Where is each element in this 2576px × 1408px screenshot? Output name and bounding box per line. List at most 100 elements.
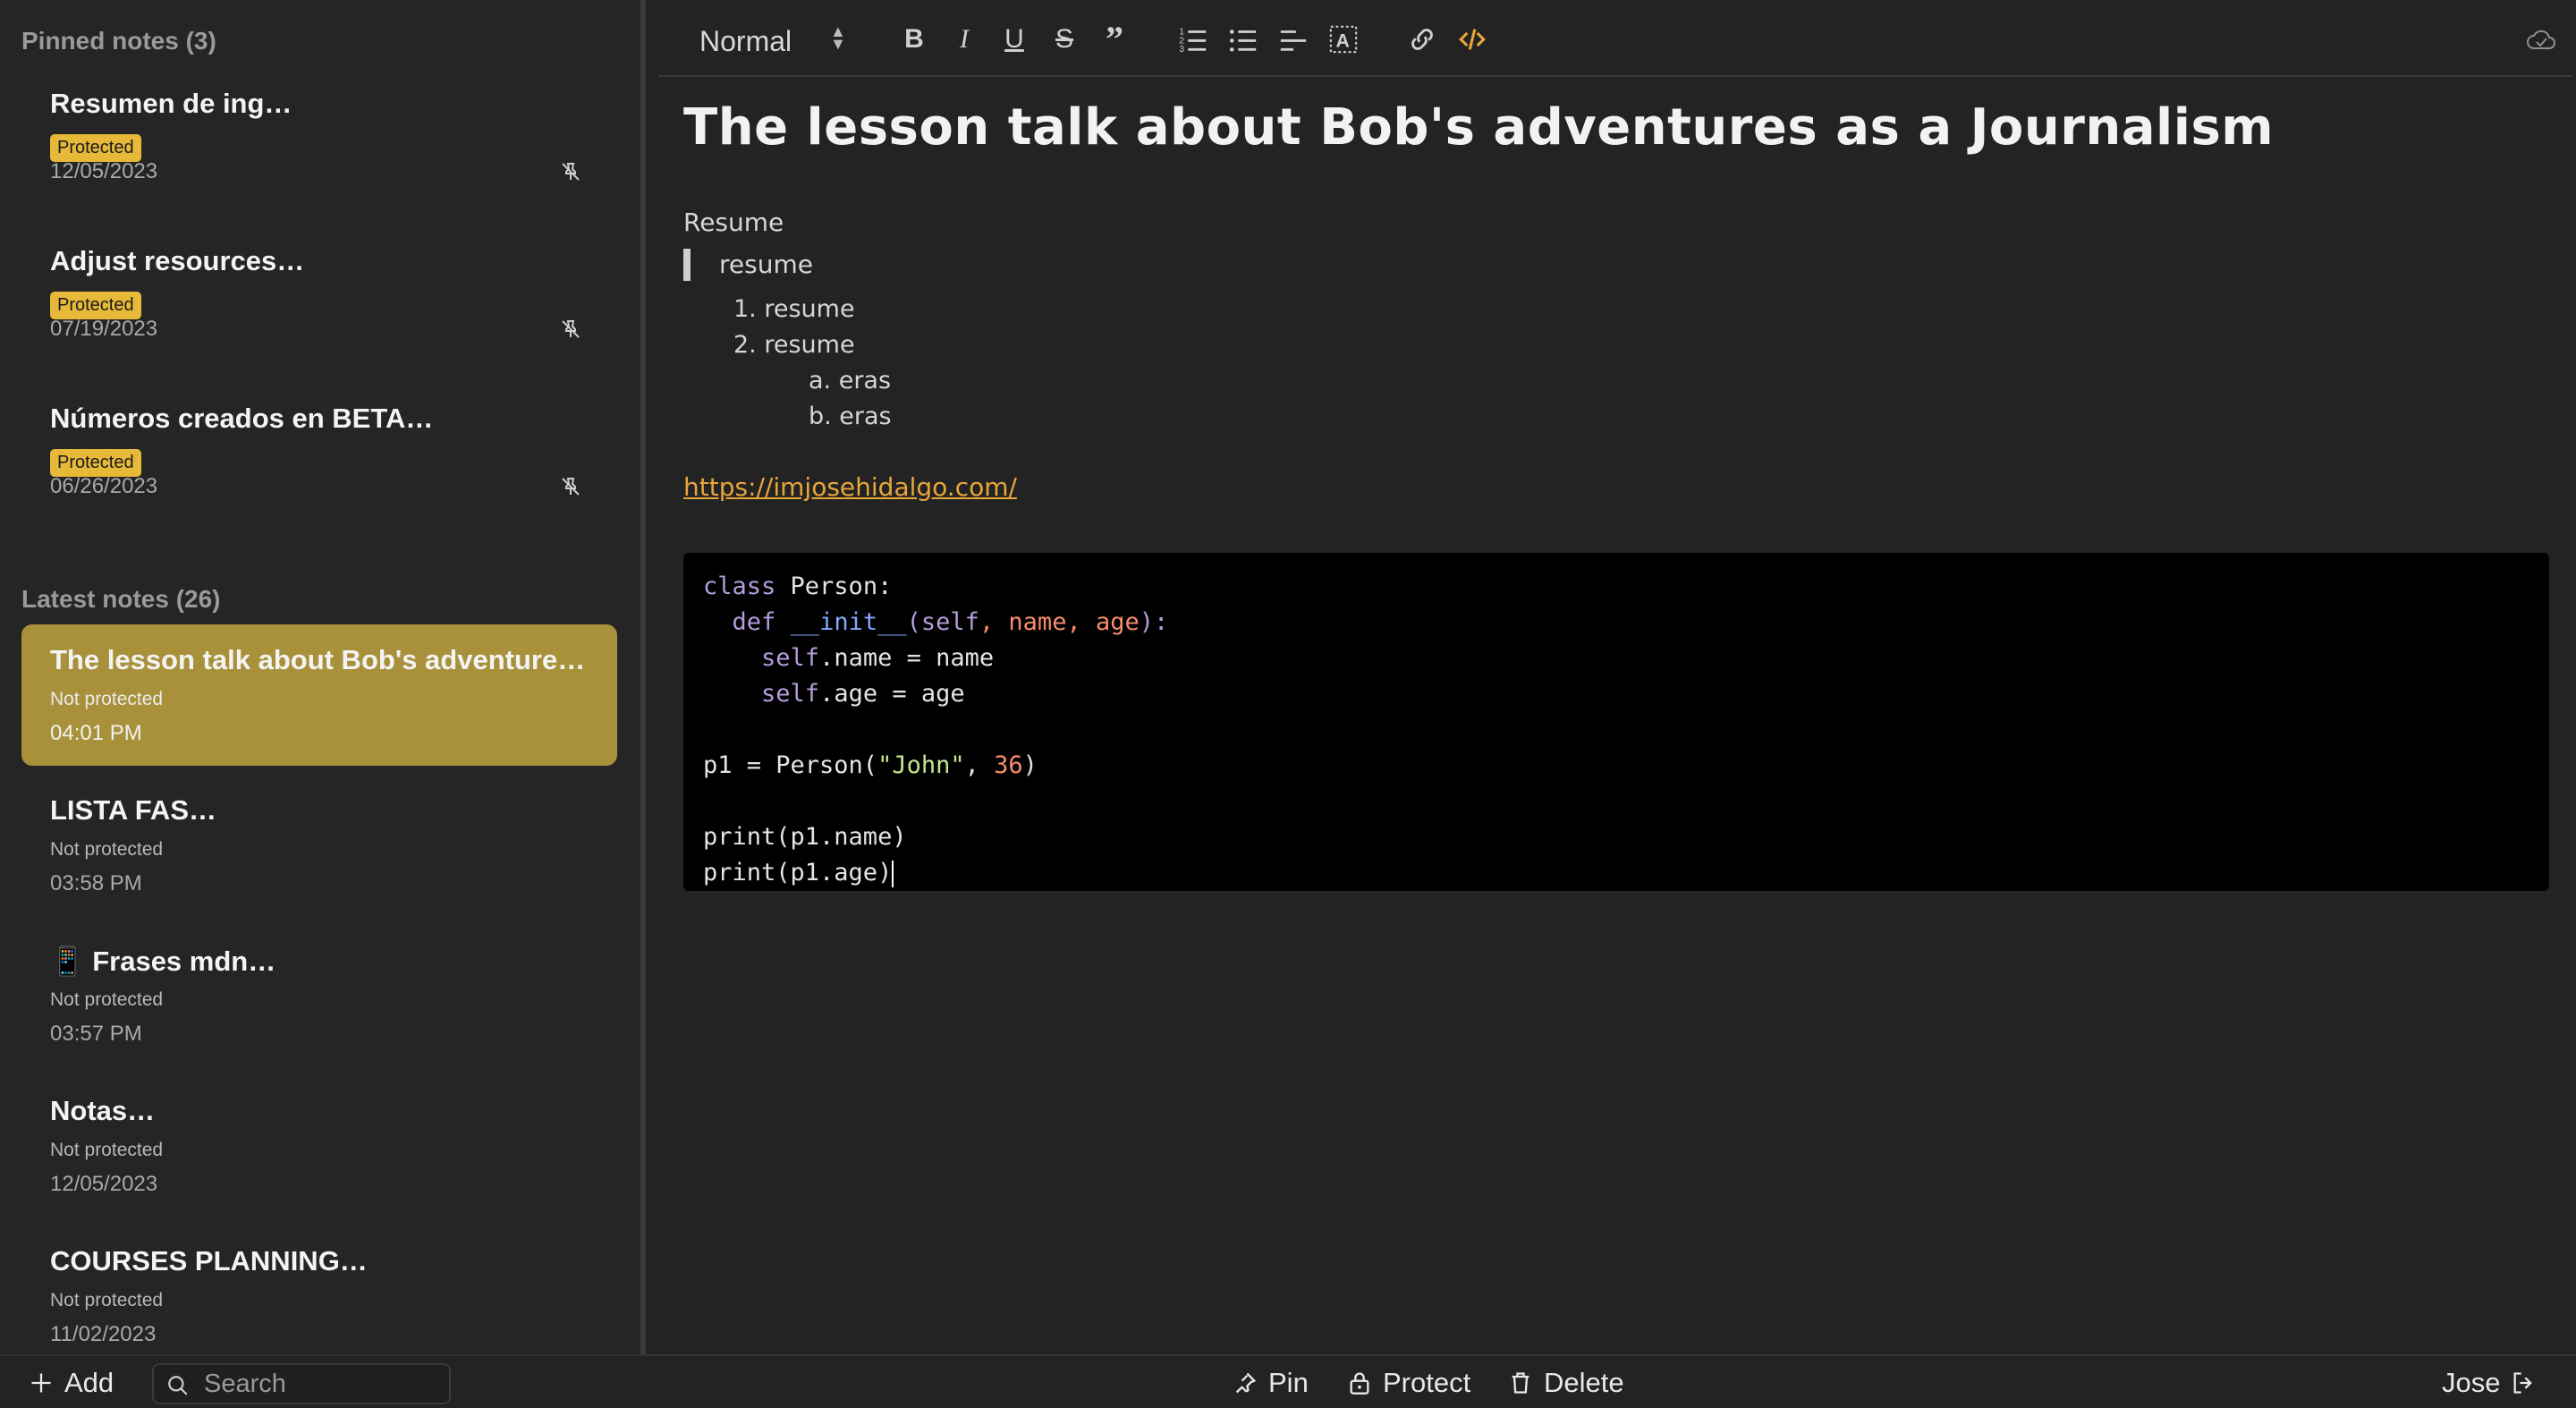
editor: Normal ▲ ▼ B I U S ” 123 A The lesson tal… bbox=[646, 0, 2576, 1354]
note-title: Resumen de ing… bbox=[50, 88, 292, 119]
note-status: Not protected bbox=[50, 1290, 164, 1310]
code-text: print(p1.name) bbox=[703, 823, 907, 851]
note-status: Not protected bbox=[50, 1140, 164, 1160]
latest-note-active[interactable]: The lesson talk about Bob's adventure… N… bbox=[21, 624, 617, 766]
latest-note[interactable]: LISTA FAS… Not protected 03:58 PM bbox=[21, 775, 617, 916]
sublist-item[interactable]: b. eras bbox=[809, 403, 892, 430]
bold-icon[interactable]: B bbox=[896, 21, 932, 57]
trash-icon bbox=[1512, 1372, 1530, 1394]
add-label: Add bbox=[64, 1367, 114, 1398]
underline-icon[interactable]: U bbox=[996, 21, 1032, 57]
note-title: 📱 Frases mdn… bbox=[50, 946, 276, 977]
protected-badge: Protected bbox=[50, 292, 141, 319]
svg-text:3: 3 bbox=[1179, 45, 1184, 55]
svg-text:A: A bbox=[1336, 30, 1350, 52]
note-status: Not protected bbox=[50, 839, 164, 860]
code-block[interactable]: class Person: def __init__(self, name, a… bbox=[683, 553, 2549, 891]
logout-icon bbox=[2513, 1372, 2533, 1394]
bullet-list-icon[interactable] bbox=[1225, 21, 1261, 57]
unpin-icon[interactable] bbox=[560, 318, 581, 340]
align-left-icon[interactable] bbox=[1275, 21, 1311, 57]
search-box[interactable] bbox=[152, 1363, 451, 1404]
paragraph[interactable]: Resume bbox=[683, 208, 784, 237]
note-status: Not protected bbox=[50, 689, 164, 709]
note-title: Números creados en BETA… bbox=[50, 403, 434, 434]
note-date: 04:01 PM bbox=[50, 721, 142, 745]
pinned-note[interactable]: Resumen de ing… Protected 12/05/2023 bbox=[21, 68, 617, 209]
document-content[interactable]: The lesson talk about Bob's adventures a… bbox=[683, 98, 2553, 891]
note-title: Adjust resources… bbox=[50, 245, 305, 276]
pin-icon bbox=[1235, 1372, 1256, 1394]
ordered-list-item[interactable]: 1. resume bbox=[733, 295, 855, 323]
cloud-sync-icon bbox=[2527, 30, 2555, 49]
note-title: The lesson talk about Bob's adventure… bbox=[50, 644, 586, 675]
document-title[interactable]: The lesson talk about Bob's adventures a… bbox=[683, 98, 2553, 157]
note-date: 06/26/2023 bbox=[50, 474, 158, 498]
code-text: ) bbox=[1022, 751, 1038, 779]
latest-note[interactable]: Notas… Not protected 12/05/2023 bbox=[21, 1075, 617, 1217]
code-string: "John" bbox=[877, 751, 965, 779]
note-status: Not protected bbox=[50, 989, 164, 1010]
code-punct: ): bbox=[1139, 608, 1169, 636]
note-title: Notas… bbox=[50, 1095, 156, 1126]
note-title: COURSES PLANNING… bbox=[50, 1245, 368, 1277]
strikethrough-icon[interactable]: S bbox=[1046, 21, 1082, 57]
add-note-button[interactable]: Add bbox=[29, 1367, 114, 1399]
block-format-select[interactable]: Normal bbox=[699, 25, 792, 58]
code-param: name bbox=[1008, 608, 1067, 636]
sublist-item[interactable]: a. eras bbox=[809, 367, 891, 394]
code-keyword: self bbox=[761, 644, 820, 672]
code-punct: , bbox=[979, 608, 1009, 636]
code-keyword: self bbox=[761, 680, 820, 708]
italic-icon[interactable]: I bbox=[946, 21, 982, 57]
note-date: 07/19/2023 bbox=[50, 317, 158, 341]
note-date: 03:57 PM bbox=[50, 1022, 142, 1046]
document-link[interactable]: https://imjosehidalgo.com/ bbox=[683, 472, 1017, 502]
protect-button[interactable]: Protect bbox=[1347, 1367, 1470, 1399]
code-param: age bbox=[1095, 608, 1140, 636]
note-date: 03:58 PM bbox=[50, 871, 142, 895]
code-text: .name = name bbox=[819, 644, 995, 672]
latest-note[interactable]: 📱 Frases mdn… Not protected 03:57 PM bbox=[21, 925, 617, 1066]
note-date: 12/05/2023 bbox=[50, 1172, 158, 1196]
protect-label: Protect bbox=[1383, 1367, 1471, 1398]
quote-icon[interactable]: ” bbox=[1097, 21, 1132, 57]
pinned-note[interactable]: Adjust resources… Protected 07/19/2023 bbox=[21, 225, 617, 367]
code-keyword: class bbox=[703, 573, 776, 600]
lock-icon bbox=[1350, 1372, 1369, 1395]
latest-notes-heading: Latest notes (26) bbox=[21, 585, 221, 613]
ordered-list-icon[interactable]: 123 bbox=[1175, 21, 1211, 57]
protected-badge: Protected bbox=[50, 449, 141, 477]
note-date: 12/05/2023 bbox=[50, 159, 158, 183]
bottom-bar: Add Pin Protect Delete Jose bbox=[0, 1354, 2576, 1408]
pinned-note[interactable]: Números creados en BETA… Protected 06/26… bbox=[21, 383, 617, 524]
code-punct: , bbox=[1066, 608, 1096, 636]
plus-icon bbox=[31, 1373, 51, 1393]
code-text: , bbox=[964, 751, 995, 779]
protected-badge: Protected bbox=[50, 134, 141, 162]
search-input[interactable] bbox=[204, 1369, 436, 1399]
code-keyword: self bbox=[920, 608, 979, 636]
link-icon[interactable] bbox=[1404, 21, 1440, 57]
chevron-updown-icon: ▲ ▼ bbox=[830, 22, 846, 53]
code-number: 36 bbox=[994, 751, 1023, 779]
code-text: print(p1.age) bbox=[703, 859, 893, 886]
search-icon bbox=[168, 1376, 188, 1395]
code-icon[interactable] bbox=[1454, 21, 1490, 57]
latest-note[interactable]: COURSES PLANNING… Not protected 11/02/20… bbox=[21, 1226, 617, 1354]
text-caret bbox=[892, 860, 894, 887]
pin-label: Pin bbox=[1268, 1367, 1309, 1398]
pinned-notes-heading: Pinned notes (3) bbox=[21, 27, 216, 55]
blockquote[interactable]: resume bbox=[683, 249, 813, 281]
pin-button[interactable]: Pin bbox=[1233, 1367, 1309, 1399]
note-date: 11/02/2023 bbox=[50, 1322, 157, 1346]
code-function: __init__ bbox=[790, 608, 907, 636]
clear-format-icon[interactable]: A bbox=[1326, 21, 1361, 57]
code-keyword: def bbox=[732, 608, 776, 636]
delete-button[interactable]: Delete bbox=[1508, 1367, 1624, 1399]
unpin-icon[interactable] bbox=[560, 161, 581, 182]
code-text: .age = age bbox=[819, 680, 965, 708]
user-logout-button[interactable]: Jose bbox=[2442, 1367, 2536, 1399]
unpin-icon[interactable] bbox=[560, 476, 581, 497]
ordered-list-item[interactable]: 2. resume bbox=[733, 331, 855, 359]
